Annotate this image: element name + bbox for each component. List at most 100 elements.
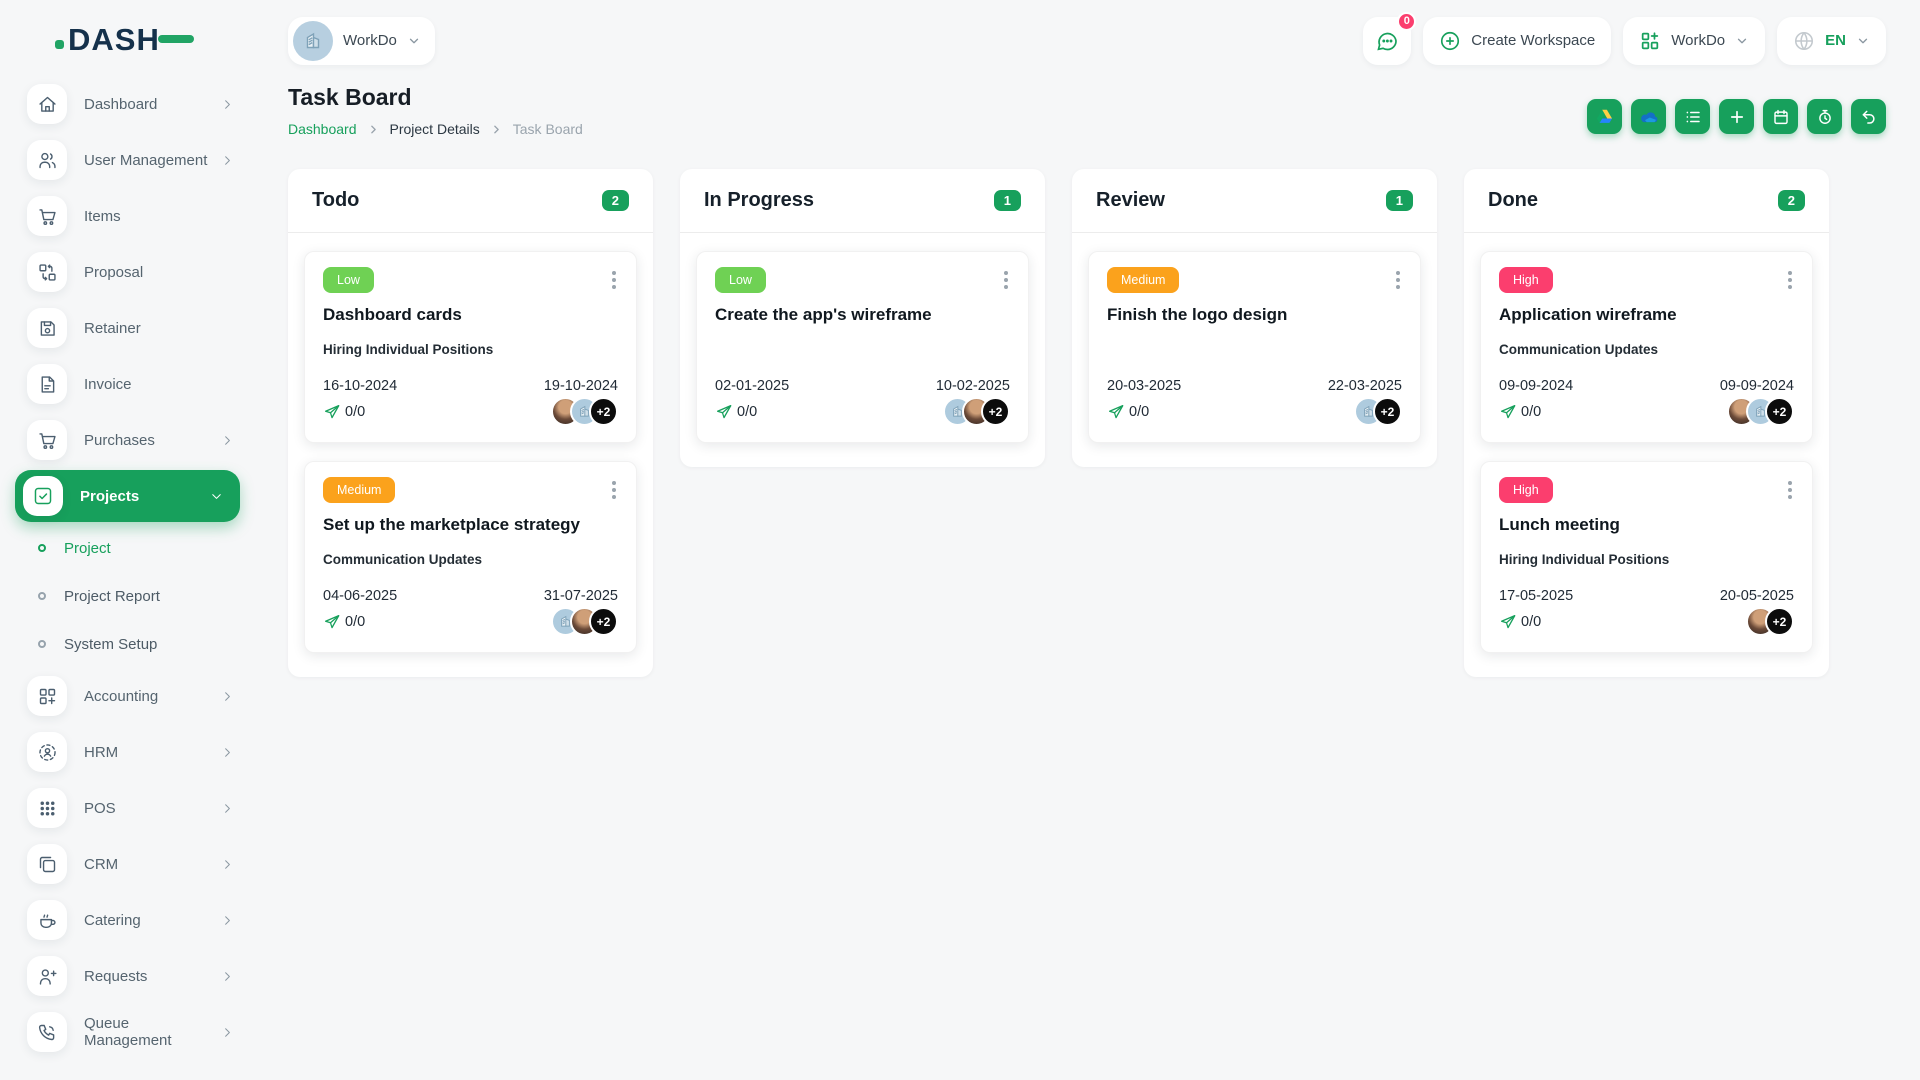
bullet-icon <box>38 544 46 552</box>
calendar-button[interactable] <box>1763 99 1798 134</box>
kebab-menu-icon[interactable] <box>610 267 618 293</box>
task-end-date: 19-10-2024 <box>543 378 618 394</box>
task-card[interactable]: Medium Finish the logo design 20-03-2025… <box>1088 251 1421 443</box>
task-card[interactable]: Low Create the app's wireframe 02-01-202… <box>696 251 1029 443</box>
sidebar-item-retainer[interactable]: Retainer <box>0 300 257 356</box>
task-end-date: 31-07-2025 <box>543 588 618 604</box>
sidebar-item-purchases[interactable]: Purchases <box>0 412 257 468</box>
board-column-review: Review 1 Medium Finish the logo design 2… <box>1072 169 1437 467</box>
chevron-right-icon <box>220 913 235 928</box>
sidebar-item-proposal[interactable]: Proposal <box>0 244 257 300</box>
chevron-right-icon <box>220 857 235 872</box>
task-card[interactable]: High Application wireframe Communication… <box>1480 251 1813 443</box>
task-card[interactable]: Medium Set up the marketplace strategy C… <box>304 461 637 653</box>
sidebar-item-accounting[interactable]: Accounting <box>0 668 257 724</box>
task-card[interactable]: High Lunch meeting Hiring Individual Pos… <box>1480 461 1813 653</box>
file-text-icon <box>27 364 67 404</box>
sidebar-subitem-project[interactable]: Project <box>0 524 257 572</box>
breadcrumb: Dashboard Project Details Task Board <box>288 121 583 137</box>
sidebar-subitem-system-setup[interactable]: System Setup <box>0 620 257 668</box>
sidebar-item-user-management[interactable]: User Management <box>0 132 257 188</box>
plus-icon <box>1730 110 1743 123</box>
sidebar-item-label: Retainer <box>84 319 141 337</box>
paper-plane-icon <box>716 404 732 418</box>
onedrive-button[interactable] <box>1631 99 1666 134</box>
sidebar: DASH Dashboard User Management Items Pro… <box>0 0 257 1080</box>
kebab-menu-icon[interactable] <box>610 477 618 503</box>
language-selector[interactable]: EN <box>1777 16 1886 65</box>
task-title: Set up the marketplace strategy <box>323 515 580 534</box>
column-count-badge: 1 <box>1385 190 1413 211</box>
check-square-icon <box>23 476 63 516</box>
create-workspace-label: Create Workspace <box>1471 32 1596 49</box>
chevron-right-icon <box>220 689 235 704</box>
create-workspace-button[interactable]: Create Workspace <box>1423 16 1612 65</box>
messages-button[interactable]: 0 <box>1363 11 1417 65</box>
sidebar-subitem-project-report[interactable]: Project Report <box>0 572 257 620</box>
sidebar-item-pos[interactable]: POS <box>0 780 257 836</box>
sidebar-item-hrm[interactable]: HRM <box>0 724 257 780</box>
kebab-menu-icon[interactable] <box>1786 477 1794 503</box>
priority-badge: Medium <box>323 477 396 503</box>
sidebar-item-label: Dashboard <box>84 95 158 113</box>
kanban-board: Todo 2 Low Dashboard cards Hiring Indivi… <box>288 169 1886 677</box>
list-button[interactable] <box>1675 99 1710 134</box>
cart-icon <box>27 196 67 236</box>
task-milestone: Hiring Individual Positions <box>323 342 494 357</box>
task-card[interactable]: Low Dashboard cards Hiring Individual Po… <box>304 251 637 443</box>
topbar: WorkDo 0 Create Workspace WorkDo EN <box>257 0 1920 70</box>
task-milestone: Communication Updates <box>1499 342 1659 357</box>
google-drive-button[interactable] <box>1587 99 1622 134</box>
assignee-avatars: +2 <box>1746 607 1794 636</box>
page-header: Task Board Dashboard Project Details Task … <box>288 84 1886 137</box>
workspace-switcher[interactable]: WorkDo <box>288 16 435 65</box>
app-logo[interactable]: DASH <box>0 0 257 72</box>
sidebar-item-projects[interactable]: Projects <box>15 470 240 522</box>
grid-plus-icon <box>27 676 67 716</box>
main-area: WorkDo 0 Create Workspace WorkDo EN Task… <box>257 0 1920 1080</box>
phone-call-icon <box>27 1012 67 1052</box>
assignee-avatars: +2 <box>943 397 1010 426</box>
sidebar-item-label: Invoice <box>84 375 132 393</box>
column-title: In Progress <box>704 189 815 211</box>
sidebar-item-crm[interactable]: CRM <box>0 836 257 892</box>
sidebar-item-catering[interactable]: Catering <box>0 892 257 948</box>
extra-members-badge: +2 <box>589 607 618 636</box>
app-switcher[interactable]: WorkDo <box>1623 16 1766 65</box>
cart-icon <box>27 420 67 460</box>
add-task-button[interactable] <box>1719 99 1754 134</box>
back-button[interactable] <box>1851 99 1886 134</box>
paper-plane-icon <box>324 614 340 628</box>
sidebar-item-queue-management[interactable]: Queue Management <box>0 1004 257 1060</box>
sidebar-item-label: Purchases <box>84 431 155 449</box>
kebab-menu-icon[interactable] <box>1002 267 1010 293</box>
task-milestone <box>715 342 1010 358</box>
grid-dots-icon <box>27 788 67 828</box>
sidebar-item-label: CRM <box>84 855 119 873</box>
sidebar-item-label: Items <box>84 207 121 225</box>
chevron-right-icon <box>220 969 235 984</box>
sidebar-item-items[interactable]: Items <box>0 188 257 244</box>
workspace-name: WorkDo <box>343 32 397 49</box>
sidebar-item-invoice[interactable]: Invoice <box>0 356 257 412</box>
chevron-right-icon <box>220 153 235 168</box>
task-progress: 0/0 <box>715 403 757 421</box>
frames-icon <box>27 844 67 884</box>
kebab-menu-icon[interactable] <box>1394 267 1402 293</box>
sidebar-item-label: Proposal <box>84 263 144 281</box>
board-column-done: Done 2 High Application wireframe Commun… <box>1464 169 1829 677</box>
sidebar-item-label: POS <box>84 799 116 817</box>
task-milestone <box>1107 342 1402 358</box>
timer-button[interactable] <box>1807 99 1842 134</box>
kebab-menu-icon[interactable] <box>1786 267 1794 293</box>
column-count-badge: 1 <box>993 190 1021 211</box>
task-milestone: Hiring Individual Positions <box>1499 552 1670 567</box>
breadcrumb-item[interactable]: Dashboard <box>288 121 357 137</box>
breadcrumb-item[interactable]: Project Details <box>390 121 480 137</box>
sidebar-nav: Dashboard User Management Items Proposal… <box>0 72 257 1060</box>
sidebar-item-dashboard[interactable]: Dashboard <box>0 76 257 132</box>
paper-plane-icon <box>1108 404 1124 418</box>
task-end-date: 20-05-2025 <box>1719 588 1794 604</box>
logo-accent-bar <box>157 35 194 43</box>
sidebar-item-requests[interactable]: Requests <box>0 948 257 1004</box>
